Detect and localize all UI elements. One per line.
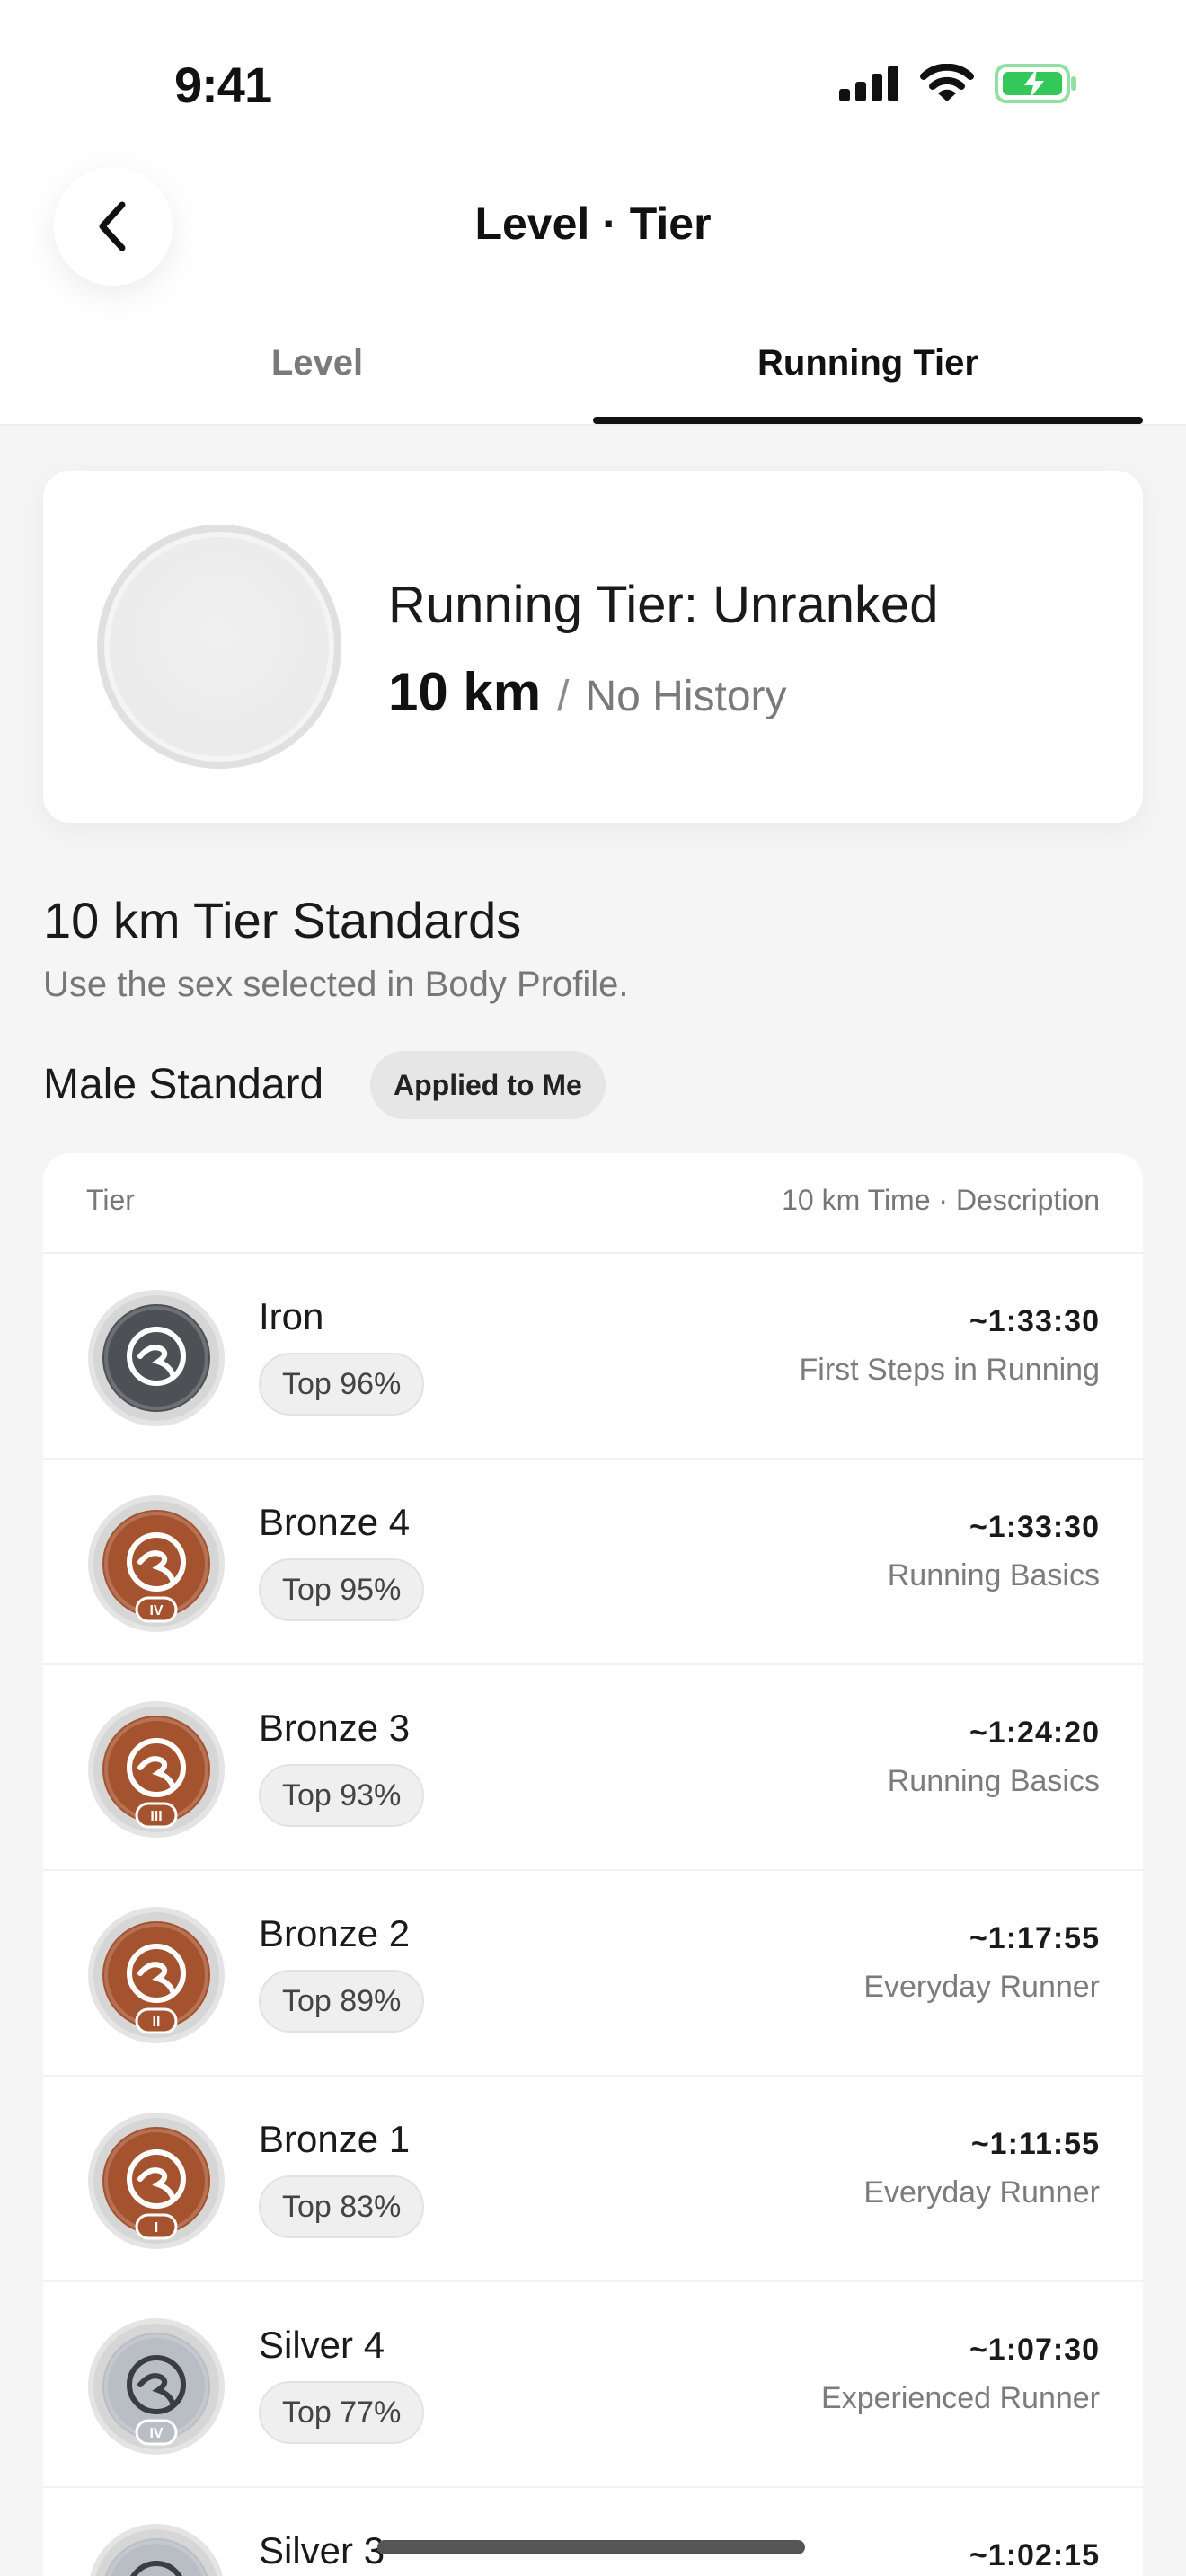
table-header-time: 10 km Time · Description <box>782 1184 1100 1216</box>
bronze-tier-badge-icon: IV <box>86 1494 226 1634</box>
tier-numeral: II <box>153 2015 161 2030</box>
summary-distance: 10 km <box>388 662 542 722</box>
summary-history: No History <box>585 673 787 720</box>
bronze-tier-badge-icon: I <box>86 2111 226 2251</box>
tier-percentile-chip: Top 89% <box>259 1970 425 2033</box>
tier-numeral: I <box>155 2220 158 2236</box>
tier-time: ~1:11:55 <box>970 2127 1100 2161</box>
status-time: 9:41 <box>174 57 272 113</box>
unranked-badge <box>97 525 341 769</box>
standards-heading: 10 km Tier Standards <box>43 892 522 948</box>
tier-description: Running Basics <box>887 1764 1100 1798</box>
battery-charging-icon <box>995 64 1076 103</box>
tier-row: I Bronze 1 Top 83% ~1:11:55 Everyday Runner <box>43 2077 1143 2282</box>
tier-name: Bronze 2 <box>259 1912 411 1954</box>
tab-level[interactable]: Level <box>45 343 589 384</box>
tier-row: III Bronze 3 Top 93% ~1:24:20 Running Basic… <box>43 1665 1143 1871</box>
male-standard-heading: Male Standard <box>43 1061 324 1108</box>
summary-detail: 10 km / No History <box>388 661 787 723</box>
tier-name: Bronze 1 <box>259 2118 411 2160</box>
tier-row: Iron Top 96% ~1:33:30 First Steps in Runnin… <box>43 1254 1143 1460</box>
tab-bar: Level Running Tier <box>0 329 1186 426</box>
active-tab-indicator <box>593 417 1143 424</box>
bronze-tier-badge-icon: II <box>86 1905 226 2045</box>
tier-percentile-chip: Top 96% <box>259 1353 425 1416</box>
tier-time: ~1:07:30 <box>969 2333 1100 2367</box>
tier-name: Silver 3 <box>259 2529 385 2572</box>
standards-subtitle: Use the sex selected in Body Profile. <box>43 965 629 1004</box>
applied-to-me-chip: Applied to Me <box>370 1051 606 1119</box>
cellular-signal-icon <box>839 66 898 101</box>
wifi-icon <box>920 64 974 101</box>
tier-percentile-chip: Top 95% <box>259 1558 425 1621</box>
tier-time: ~1:02:15 <box>969 2538 1100 2572</box>
home-indicator <box>377 2540 805 2554</box>
tab-divider <box>0 424 1186 426</box>
summary-title: Running Tier: Unranked <box>388 576 939 634</box>
tier-name: Bronze 4 <box>259 1501 411 1543</box>
tab-running-tier[interactable]: Running Tier <box>593 343 1143 384</box>
tier-description: First Steps in Running <box>799 1353 1101 1387</box>
page-title: Level · Tier <box>474 198 712 249</box>
table-header-tier: Tier <box>86 1184 135 1216</box>
status-icons <box>839 63 1078 104</box>
tier-percentile-chip: Top 77% <box>259 2381 425 2444</box>
tier-description: Everyday Runner <box>863 2175 1100 2210</box>
tier-row: IV Silver 4 Top 77% ~1:07:30 Experienced Ru… <box>43 2282 1143 2488</box>
tier-numeral: IV <box>149 2426 163 2441</box>
tier-time: ~1:24:20 <box>969 1716 1100 1750</box>
bronze-tier-badge-icon: III <box>86 1699 226 1839</box>
table-header: Tier 10 km Time · Description <box>43 1153 1143 1254</box>
tier-time: ~1:33:30 <box>969 1304 1100 1338</box>
tier-row: Silver 3 ~1:02:15 <box>43 2488 1143 2576</box>
tier-row: IV Bronze 4 Top 95% ~1:33:30 Running Basics <box>43 1460 1143 1665</box>
tier-name: Bronze 3 <box>259 1707 411 1749</box>
tier-description: Everyday Runner <box>863 1970 1100 2004</box>
silver-tier-badge-icon <box>86 2522 226 2576</box>
tier-time: ~1:33:30 <box>969 1510 1100 1544</box>
tier-time: ~1:17:55 <box>969 1921 1100 1955</box>
tier-description: Experienced Runner <box>821 2381 1100 2415</box>
tier-row: II Bronze 2 Top 89% ~1:17:55 Everyday Runne… <box>43 1871 1143 2077</box>
tier-name: Silver 4 <box>259 2324 385 2366</box>
tier-summary-card: Running Tier: Unranked 10 km / No Histor… <box>43 471 1143 823</box>
tier-name: Iron <box>259 1295 324 1337</box>
iron-tier-badge-icon <box>86 1288 226 1428</box>
tier-numeral: III <box>150 1809 162 1824</box>
silver-tier-badge-icon: IV <box>86 2316 226 2457</box>
tier-numeral: IV <box>149 1603 163 1619</box>
tier-percentile-chip: Top 83% <box>259 2175 425 2238</box>
tier-description: Running Basics <box>887 1558 1100 1592</box>
tier-table: Tier 10 km Time · Description Iron Top 96… <box>43 1153 1143 2576</box>
tier-percentile-chip: Top 93% <box>259 1764 425 1827</box>
summary-separator: / <box>557 673 570 720</box>
